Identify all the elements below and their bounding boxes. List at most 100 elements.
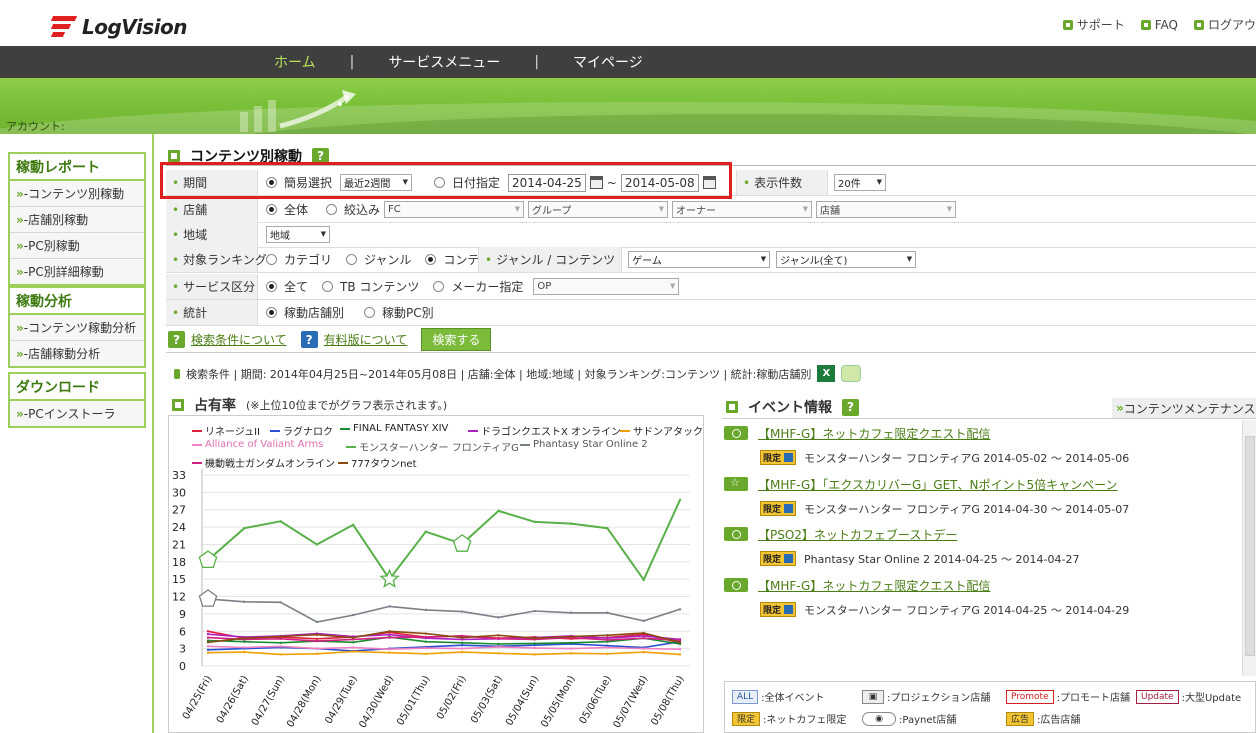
data-point	[678, 608, 682, 611]
radio-store-narrow[interactable]	[326, 204, 338, 215]
owner-select[interactable]: オーナー	[672, 201, 813, 218]
nav-home[interactable]: ホーム	[270, 52, 320, 72]
event-title-link[interactable]: 【MHF-G】「エクスカリバーG」GET、Nポイント5倍キャンペーン	[758, 476, 1118, 493]
sidebar-group-title: 稼動分析	[10, 288, 144, 315]
sidebar-item-pc-installer[interactable]: »-PCインストーラ	[10, 401, 144, 426]
data-point	[243, 600, 246, 603]
sidebar-divider	[152, 134, 154, 733]
logo[interactable]: LogVision	[50, 10, 188, 44]
logout-link[interactable]: ログアウ	[1193, 16, 1256, 33]
image-export-icon[interactable]	[841, 365, 862, 382]
sidebar-item-store-operation[interactable]: »-店舗別稼動	[10, 207, 144, 233]
nav-mypage[interactable]: マイページ	[569, 52, 647, 72]
data-point	[424, 530, 428, 533]
filter-label: • 店舗	[166, 197, 258, 222]
radio-contents[interactable]	[425, 254, 437, 265]
data-point	[606, 527, 609, 530]
x-tick-label: 04/28(Mon)	[285, 674, 323, 730]
radio-service-maker[interactable]	[433, 281, 445, 292]
maker-select[interactable]: OP	[533, 278, 680, 295]
x-tick-label: 04/26(Sat)	[215, 674, 251, 726]
radio-genre[interactable]	[346, 254, 358, 265]
sidebar-group-operation-analysis: 稼動分析 »-コンテンツ稼動分析 »-店舗稼動分析	[8, 286, 146, 368]
y-tick-label: 12	[172, 591, 186, 604]
series-line	[207, 499, 681, 582]
data-point	[606, 634, 609, 637]
group-select[interactable]: グループ	[528, 201, 669, 218]
limited-tag-icon: 限定	[760, 551, 796, 566]
data-point	[279, 653, 282, 656]
data-point	[497, 616, 500, 619]
x-tick-label: 05/03(Sat)	[469, 674, 505, 726]
top-links: サポート FAQ ログアウ	[1062, 16, 1256, 33]
data-point	[206, 645, 210, 648]
radio-stats-pc[interactable]	[364, 307, 376, 318]
about-paid-version-link[interactable]: 有料版について	[324, 331, 408, 348]
radio-store-all[interactable]	[266, 204, 277, 215]
event-title-link[interactable]: 【MHF-G】ネットカフェ限定クエスト配信	[758, 577, 990, 594]
data-point	[642, 634, 645, 638]
data-point	[460, 647, 464, 650]
sidebar-item-pc-operation[interactable]: »-PC別稼動	[10, 233, 144, 259]
radio-service-all[interactable]	[266, 281, 277, 292]
share-note: (※上位10位までがグラフ表示されます。)	[246, 399, 448, 412]
data-point	[388, 633, 391, 636]
event-list-scrollbar[interactable]	[1242, 420, 1256, 676]
genre-all-select[interactable]: ジャンル(全て)	[776, 251, 917, 268]
data-point	[642, 619, 645, 623]
faq-link[interactable]: FAQ	[1140, 16, 1178, 33]
radio-service-tb[interactable]	[322, 281, 334, 292]
x-tick-label: 05/08(Thu)	[649, 674, 686, 728]
data-point	[315, 639, 319, 643]
logo-mark-icon	[50, 14, 78, 40]
region-select[interactable]: 地域	[266, 226, 330, 243]
filter-row-store: •店舗 全体 絞込み FC グループ オーナー 店舗	[166, 197, 1256, 223]
x-tick-label: 05/05(Mon)	[539, 674, 577, 730]
data-point	[460, 610, 464, 613]
data-point	[533, 637, 536, 640]
legend-update: Update:大型Update	[1136, 689, 1241, 704]
data-point	[206, 641, 210, 644]
nav-service-menu[interactable]: サービスメニュー	[384, 52, 504, 72]
event-title-link[interactable]: 【MHF-G】ネットカフェ限定クエスト配信	[758, 425, 990, 442]
radio-category[interactable]	[266, 254, 277, 265]
support-link[interactable]: サポート	[1062, 16, 1125, 33]
fc-select[interactable]: FC	[384, 201, 525, 218]
data-point	[569, 611, 573, 614]
help-icon[interactable]: ?	[842, 398, 859, 416]
event-section-header: イベント情報 ?	[726, 397, 859, 417]
sidebar-item-content-analysis[interactable]: »-コンテンツ稼動分析	[10, 315, 144, 341]
data-point	[206, 636, 210, 639]
sidebar-item-pc-detail-operation[interactable]: »-PC別詳細稼動	[10, 259, 144, 284]
data-point	[352, 636, 355, 639]
maintenance-list-link[interactable]: »コンテンツメンテナンス一覧	[1112, 398, 1256, 418]
data-point	[388, 636, 391, 639]
data-point	[424, 635, 428, 639]
about-search-conditions-link[interactable]: 検索条件について	[191, 331, 287, 348]
data-point	[569, 641, 573, 645]
data-point	[642, 578, 645, 581]
radio-stats-store[interactable]	[266, 307, 277, 318]
data-point	[424, 652, 428, 656]
sidebar-item-content-operation[interactable]: »-コンテンツ別稼動	[10, 181, 144, 207]
sidebar-group-title: 稼動レポート	[10, 154, 144, 181]
sidebar-item-store-analysis[interactable]: »-店舗稼動分析	[10, 341, 144, 366]
data-point	[497, 509, 500, 513]
legend-promote: Promote:プロモート店舗	[1006, 689, 1130, 704]
event-desc: モンスターハンター フロンティアG 2014-04-30 ～ 2014-05-0…	[804, 503, 1130, 516]
limited-tag-icon: 限定	[760, 501, 796, 516]
genre-select[interactable]: ゲーム	[628, 251, 771, 268]
y-tick-label: 33	[172, 469, 186, 482]
data-point	[243, 637, 246, 640]
excel-download-icon[interactable]: X	[817, 365, 836, 382]
square-bullet-icon	[168, 150, 180, 162]
search-button[interactable]: 検索する	[421, 328, 492, 351]
data-point	[460, 636, 464, 639]
event-title-link[interactable]: 【PSO2】ネットカフェブーストデー	[758, 526, 957, 543]
data-point	[460, 641, 464, 645]
limited-tag-icon: 限定	[760, 602, 796, 617]
home-icon	[1140, 19, 1151, 30]
update-tag-icon: Update	[1136, 689, 1179, 704]
store-select[interactable]: 店舗	[816, 201, 957, 218]
display-count-select[interactable]: 20件	[834, 174, 886, 191]
